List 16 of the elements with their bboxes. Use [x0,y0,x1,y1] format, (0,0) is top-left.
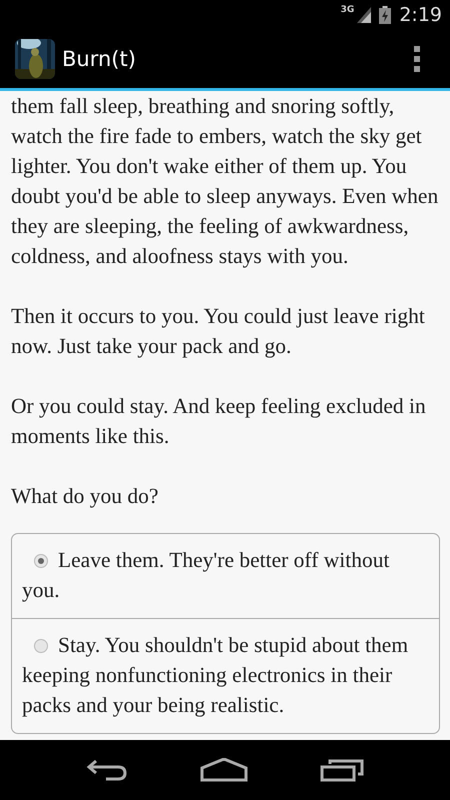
choice-option[interactable]: Leave them. They're better off without you. [12,534,439,619]
choice-option[interactable]: Stay. You shouldn't be stupid about them keeping nonfunctioning electronics in their packs and your being realistic. [12,619,439,733]
battery-icon [379,6,392,24]
home-icon[interactable] [200,758,248,782]
radio-button[interactable] [34,639,48,653]
back-icon[interactable] [86,758,128,782]
story-paragraph: Or you could stay. And keep feeling excluded in moments like this. [11,393,427,450]
story-paragraph: What do you do? [11,483,160,510]
network-label: 3G [340,5,354,15]
recent-apps-icon[interactable] [320,758,364,782]
clock: 2:19 [399,4,442,26]
story-paragraph: Then it occurs to you. You could just leave right now. Just take your pack and go. [11,303,426,360]
app-title: Burn(t) [62,47,137,71]
story-paragraph: them fall sleep, breathing and snoring softly, watch the fire fade to embers, watch the sky get lighter. You don't wake either of them up. You doubt you'd be able to sleep anyways. Even when they are sleeping, the feeling of awkwardness, coldness, and aloofness stays with you. [11,93,440,270]
radio-button[interactable] [34,554,48,568]
signal-icon [357,7,372,23]
